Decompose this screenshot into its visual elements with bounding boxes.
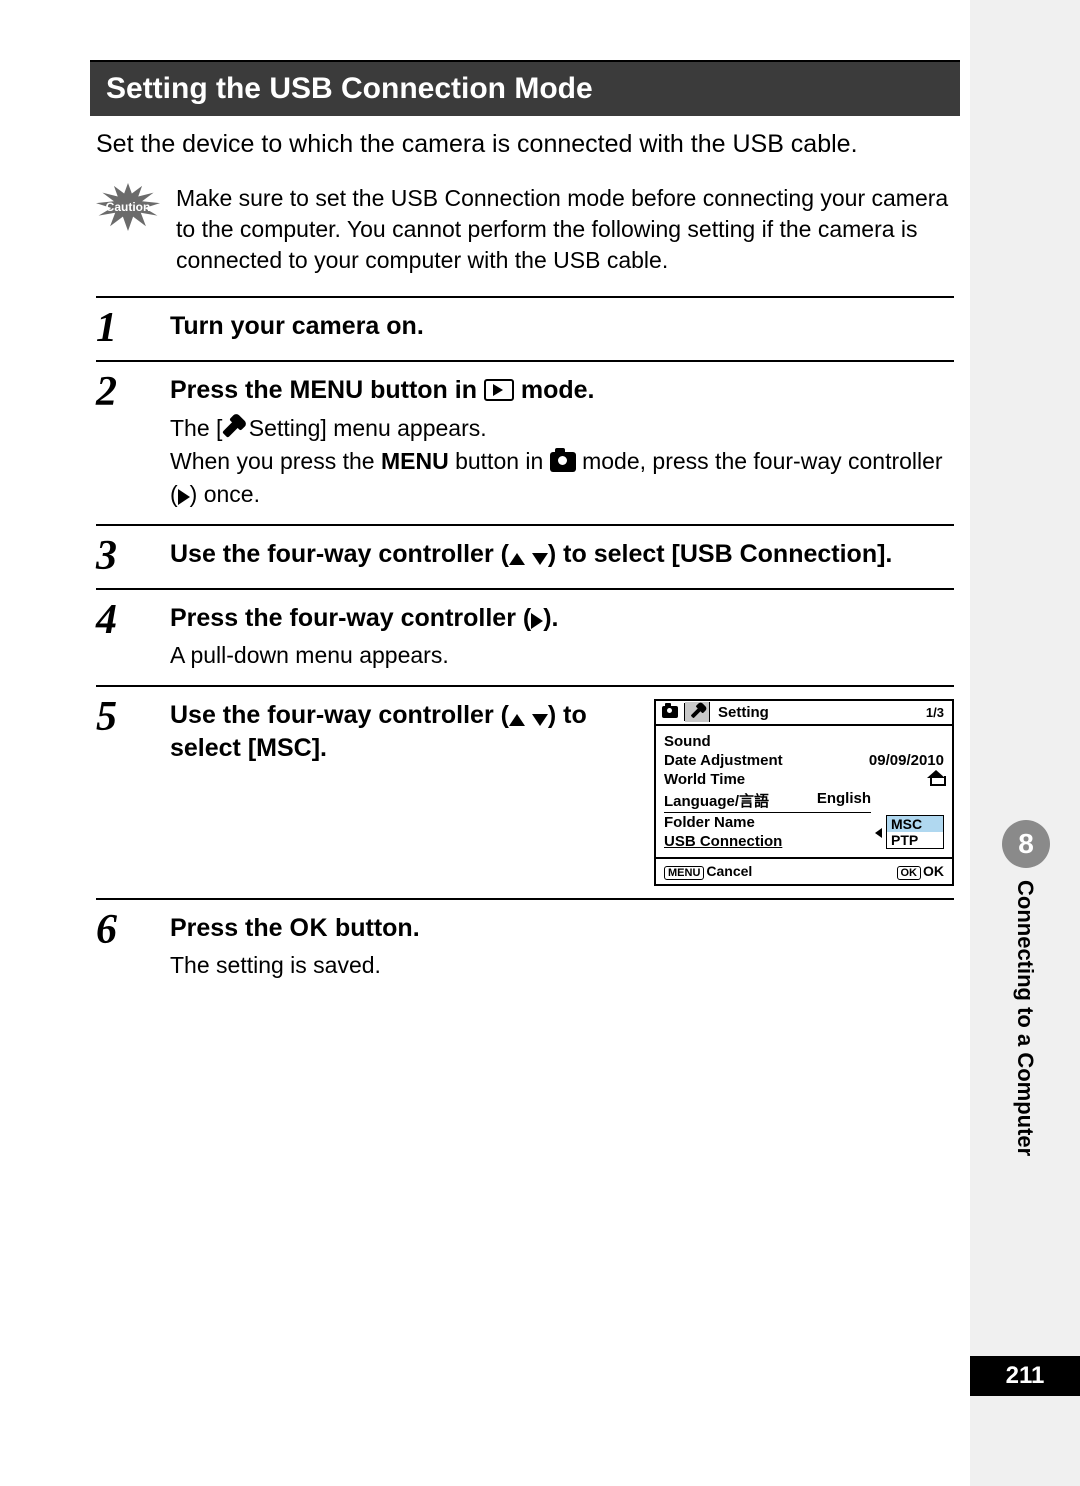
- cancel-label: Cancel: [706, 863, 752, 879]
- caution-block: Caution Make sure to set the USB Connect…: [90, 183, 960, 296]
- screen-tab-setting: [685, 702, 710, 722]
- screen-row-date: Date Adjustment 09/09/2010: [664, 751, 944, 770]
- caution-text: Make sure to set the USB Connection mode…: [176, 183, 954, 276]
- screen-row-worldtime: World Time: [664, 770, 944, 789]
- ok-button-hint: OK: [897, 866, 922, 880]
- ok-label: OK: [923, 863, 944, 879]
- dropdown-option-msc: MSC: [887, 816, 943, 832]
- screen-row-sound: Sound: [664, 732, 944, 751]
- step-4: 4 Press the four-way controller (). A pu…: [96, 588, 954, 685]
- step-number: 3: [96, 538, 140, 576]
- up-arrow-icon: [509, 553, 525, 565]
- step-number: 2: [96, 374, 140, 512]
- camera-mode-icon: [550, 452, 576, 472]
- home-icon: [928, 772, 944, 786]
- step-number: 4: [96, 602, 140, 673]
- screen-row-language: Language/言語 English: [664, 789, 871, 813]
- step-5: 5 Use the four-way controller ( ) to sel…: [96, 685, 954, 898]
- screen-header-page: 1/3: [918, 702, 952, 723]
- wrench-icon: [688, 703, 706, 721]
- up-arrow-icon: [509, 714, 525, 726]
- caution-icon: Caution: [96, 183, 160, 231]
- intro-text: Set the device to which the camera is co…: [90, 116, 960, 183]
- step-1: 1 Turn your camera on.: [96, 296, 954, 360]
- screen-header: Setting 1/3: [656, 701, 952, 726]
- step-main: Press the MENU button in mode.: [170, 374, 954, 408]
- step-desc: The setting is saved.: [170, 949, 954, 982]
- camera-screen-mock: Setting 1/3 Sound Date Adjustment: [654, 699, 954, 886]
- menu-button-hint: MENU: [664, 866, 704, 880]
- caution-label: Caution: [106, 200, 151, 214]
- dropdown-option-ptp: PTP: [887, 832, 943, 848]
- screen-row-usb: USB Connection: [664, 832, 871, 851]
- screen-tab-camera: [656, 703, 685, 721]
- camera-mode-icon: [662, 706, 678, 718]
- screen-body: Sound Date Adjustment 09/09/2010 World T…: [656, 726, 952, 857]
- step-2: 2 Press the MENU button in mode. The [ S…: [96, 360, 954, 524]
- page-title: Setting the USB Connection Mode: [90, 60, 960, 116]
- step-desc: A pull-down menu appears.: [170, 639, 954, 672]
- screen-header-title: Setting: [710, 701, 918, 724]
- step-desc: The [ Setting] menu appears. When you pr…: [170, 412, 954, 512]
- playback-mode-icon: [484, 379, 514, 401]
- left-arrow-icon: [875, 828, 882, 838]
- step-3: 3 Use the four-way controller ( ) to sel…: [96, 524, 954, 588]
- usb-dropdown: MSC PTP: [886, 815, 944, 849]
- screen-row-foldername: Folder Name: [664, 813, 871, 832]
- right-arrow-icon: [531, 613, 543, 629]
- ok-button-label: OK: [290, 914, 329, 942]
- screen-footer: MENUCancel OKOK: [656, 857, 952, 884]
- right-arrow-icon: [178, 489, 190, 505]
- menu-button-label: MENU: [290, 376, 364, 404]
- step-number: 1: [96, 310, 140, 348]
- down-arrow-icon: [532, 553, 548, 565]
- down-arrow-icon: [532, 714, 548, 726]
- step-main: Press the four-way controller ().: [170, 602, 954, 636]
- step-number: 6: [96, 912, 140, 983]
- step-6: 6 Press the OK button. The setting is sa…: [96, 898, 954, 995]
- step-main: Use the four-way controller ( ) to selec…: [170, 538, 954, 572]
- menu-button-label: MENU: [381, 448, 449, 474]
- step-main: Use the four-way controller ( ) to selec…: [170, 699, 634, 886]
- step-number: 5: [96, 699, 140, 886]
- step-main: Turn your camera on.: [170, 310, 954, 344]
- step-main: Press the OK button.: [170, 912, 954, 946]
